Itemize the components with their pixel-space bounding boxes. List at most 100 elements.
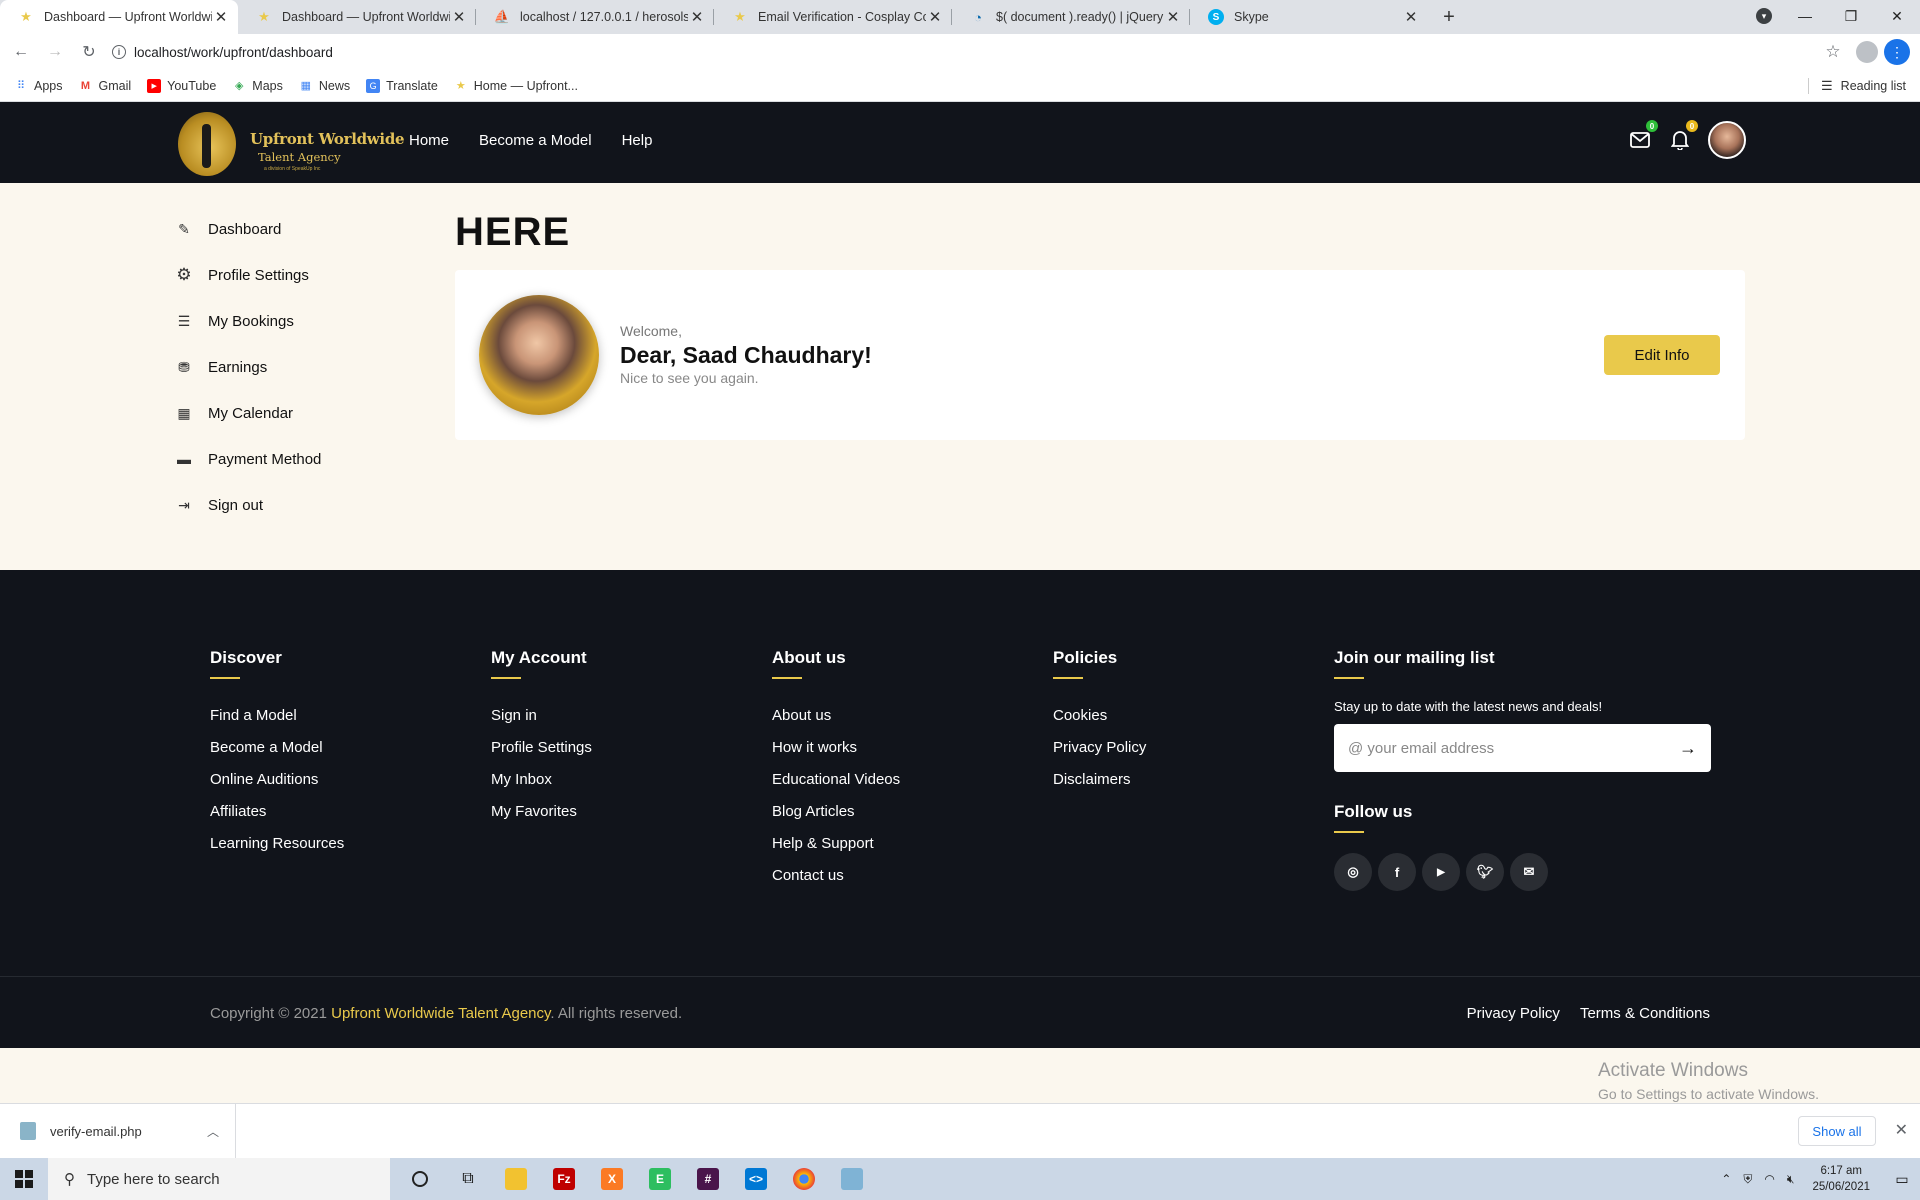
email-icon[interactable]: ✉ (1510, 853, 1548, 891)
mail-button[interactable]: 0 (1628, 120, 1658, 152)
terms-link[interactable]: Terms & Conditions (1580, 1005, 1710, 1022)
notifications-button[interactable]: 0 (1668, 120, 1698, 152)
reading-list-button[interactable]: ☰ Reading list (1808, 78, 1906, 94)
copyright-brand-link[interactable]: Upfront Worldwide Talent Agency (331, 1005, 550, 1022)
file-explorer-icon[interactable] (492, 1158, 540, 1200)
taskbar-search[interactable]: ⚲ Type here to search (48, 1158, 390, 1200)
footer-link[interactable]: How it works (772, 739, 900, 771)
reload-icon[interactable]: ↻ (76, 42, 102, 62)
mailing-subtitle: Stay up to date with the latest news and… (1334, 699, 1603, 714)
browser-menu-icon[interactable]: ⋮ (1884, 39, 1910, 65)
browser-tab[interactable]: ★ Dashboard — Upfront Worldwide ✕ (0, 0, 238, 34)
footer-link[interactable]: Blog Articles (772, 803, 900, 835)
url-text[interactable]: localhost/work/upfront/dashboard (134, 45, 333, 60)
edit-info-button[interactable]: Edit Info (1604, 335, 1720, 375)
chevron-up-icon[interactable]: ⌃ (1721, 1172, 1731, 1186)
close-tab-icon[interactable]: ✕ (688, 8, 706, 26)
sidebar-item-my-bookings[interactable]: ☰ My Bookings (174, 298, 321, 344)
close-icon[interactable]: ✕ (1895, 1120, 1908, 1140)
nav-home[interactable]: Home (409, 132, 449, 149)
sidebar-item-my-calendar[interactable]: ▦ My Calendar (174, 390, 321, 436)
footer-link[interactable]: Affiliates (210, 803, 344, 835)
close-window-icon[interactable]: ✕ (1874, 0, 1920, 32)
tab-search-icon[interactable]: ▾ (1756, 8, 1772, 24)
site-info-icon[interactable]: i (112, 45, 126, 59)
bookmark-upfront-home[interactable]: ★ Home — Upfront... (454, 79, 578, 93)
nav-become-model[interactable]: Become a Model (479, 132, 592, 149)
start-button[interactable] (0, 1158, 48, 1200)
new-tab-button[interactable]: + (1434, 0, 1464, 34)
notification-center-icon[interactable]: ▭ (1884, 1158, 1920, 1200)
footer-link[interactable]: Sign in (491, 707, 592, 739)
footer-link[interactable]: Disclaimers (1053, 771, 1146, 803)
close-tab-icon[interactable]: ✕ (926, 8, 944, 26)
evernote-icon[interactable]: E (636, 1158, 684, 1200)
forward-icon[interactable]: → (42, 43, 68, 61)
download-item[interactable]: verify-email.php ︿ (0, 1104, 236, 1158)
footer-link[interactable]: Help & Support (772, 835, 900, 867)
slack-icon[interactable]: # (684, 1158, 732, 1200)
profile-icon[interactable] (1856, 41, 1878, 63)
bookmark-news[interactable]: ▦ News (299, 79, 350, 93)
instagram-icon[interactable]: ◎ (1334, 853, 1372, 891)
security-icon[interactable]: ⛨ (1743, 1172, 1752, 1187)
back-icon[interactable]: ← (8, 43, 34, 61)
cortana-icon[interactable] (396, 1158, 444, 1200)
bookmark-apps[interactable]: ⠿ Apps (14, 79, 63, 93)
footer-link[interactable]: Contact us (772, 867, 900, 899)
bookmark-gmail[interactable]: M Gmail (79, 79, 131, 93)
sidebar-item-profile-settings[interactable]: ⚙ Profile Settings (174, 252, 321, 298)
footer-link[interactable]: Profile Settings (491, 739, 592, 771)
footer-link[interactable]: Privacy Policy (1053, 739, 1146, 771)
browser-tab[interactable]: ★ Dashboard — Upfront Worldwide ✕ (238, 0, 476, 34)
footer-link[interactable]: Cookies (1053, 707, 1146, 739)
browser-tab[interactable]: ◔ $( document ).ready() | jQuery Le ✕ (952, 0, 1190, 34)
sidebar-item-payment-method[interactable]: ▬ Payment Method (174, 436, 321, 482)
arrow-right-icon[interactable]: → (1679, 738, 1697, 759)
xampp-icon[interactable]: X (588, 1158, 636, 1200)
filezilla-icon[interactable]: Fz (540, 1158, 588, 1200)
youtube-icon[interactable]: ▶ (1422, 853, 1460, 891)
nav-help[interactable]: Help (622, 132, 653, 149)
site-logo[interactable]: Upfront Worldwide Talent Agency a divisi… (178, 108, 405, 180)
footer-link[interactable]: About us (772, 707, 900, 739)
minimize-icon[interactable]: — (1782, 0, 1828, 32)
clock[interactable]: 6:17 am 25/06/2021 (1812, 1163, 1870, 1195)
browser-tab[interactable]: S Skype ✕ (1190, 0, 1428, 34)
sidebar-item-sign-out[interactable]: ⇥ Sign out (174, 482, 321, 528)
show-all-button[interactable]: Show all (1798, 1116, 1876, 1146)
footer-link[interactable]: Learning Resources (210, 835, 344, 867)
close-tab-icon[interactable]: ✕ (1164, 8, 1182, 26)
footer-link[interactable]: My Favorites (491, 803, 592, 835)
bookmark-youtube[interactable]: ▶ YouTube (147, 78, 216, 93)
notepad-icon[interactable] (828, 1158, 876, 1200)
bookmark-maps[interactable]: ◈ Maps (232, 79, 283, 93)
browser-tab[interactable]: ★ Email Verification - Cosplay Cosm ✕ (714, 0, 952, 34)
privacy-policy-link[interactable]: Privacy Policy (1467, 1005, 1560, 1022)
vscode-icon[interactable]: <> (732, 1158, 780, 1200)
newsletter-email-input[interactable] (1348, 739, 1679, 757)
volume-muted-icon[interactable]: 🔇︎ (1787, 1172, 1795, 1187)
task-view-icon[interactable]: ⧉ (444, 1158, 492, 1200)
browser-tab[interactable]: ⛵ localhost / 127.0.0.1 / herosols_u ✕ (476, 0, 714, 34)
network-icon[interactable]: ◠ (1764, 1172, 1774, 1186)
close-tab-icon[interactable]: ✕ (450, 8, 468, 26)
restore-icon[interactable]: ❐ (1828, 0, 1874, 32)
bookmark-star-icon[interactable]: ☆ (1816, 42, 1850, 62)
close-tab-icon[interactable]: ✕ (212, 8, 230, 26)
footer-link[interactable]: Educational Videos (772, 771, 900, 803)
footer-link[interactable]: Online Auditions (210, 771, 344, 803)
bookmark-translate[interactable]: G Translate (366, 78, 438, 93)
footer-link[interactable]: Become a Model (210, 739, 344, 771)
address-bar[interactable]: i localhost/work/upfront/dashboard (112, 38, 1816, 66)
sidebar-item-dashboard[interactable]: ✎ Dashboard (174, 206, 321, 252)
facebook-icon[interactable]: f (1378, 853, 1416, 891)
footer-link[interactable]: My Inbox (491, 771, 592, 803)
chrome-icon[interactable] (780, 1158, 828, 1200)
twitter-icon[interactable]: 🐦︎ (1466, 853, 1504, 891)
sidebar-item-earnings[interactable]: ⛃ Earnings (174, 344, 321, 390)
footer-link[interactable]: Find a Model (210, 707, 344, 739)
chevron-up-icon[interactable]: ︿ (207, 1123, 219, 1140)
close-tab-icon[interactable]: ✕ (1402, 8, 1420, 26)
user-avatar[interactable] (1708, 121, 1746, 159)
